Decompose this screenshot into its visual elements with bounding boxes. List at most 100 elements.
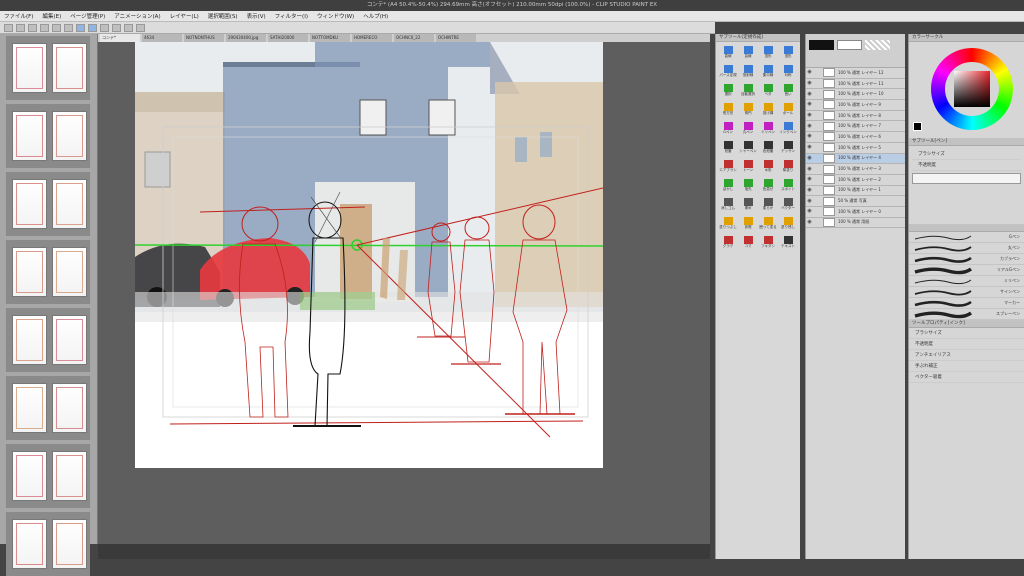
- menu-item[interactable]: ウィンドウ(W): [317, 12, 354, 20]
- tool-button[interactable]: 図形: [779, 45, 797, 62]
- layer-row[interactable]: ◉ 100 % 通常 レイヤー 6: [806, 132, 905, 143]
- fit-window-icon[interactable]: [124, 23, 133, 32]
- canvas-tab[interactable]: HOMERECO: [352, 34, 392, 42]
- tool-button[interactable]: 参照: [739, 216, 757, 233]
- tool-button[interactable]: デッサン: [779, 140, 797, 157]
- layer-row[interactable]: ◉ 100 % 通常 レイヤー 5: [806, 143, 905, 154]
- tool-button[interactable]: 投げ縄: [759, 102, 777, 119]
- tool-button[interactable]: 水彩: [759, 159, 777, 176]
- main-color-swatch[interactable]: [809, 40, 834, 50]
- eye-icon[interactable]: ◉: [806, 133, 813, 140]
- tool-button[interactable]: 集中線: [759, 64, 777, 81]
- menu-item[interactable]: アニメーション(A): [114, 12, 160, 20]
- eye-icon[interactable]: ◉: [806, 219, 813, 226]
- page-thumbnail[interactable]: [12, 179, 47, 229]
- tool-button[interactable]: 指先: [739, 178, 757, 195]
- layer-row[interactable]: ◉ 50 % 通常 写真: [806, 196, 905, 207]
- eye-icon[interactable]: ◉: [806, 198, 813, 205]
- snap-ruler-icon[interactable]: [76, 23, 85, 32]
- clear-icon[interactable]: [64, 23, 73, 32]
- setting-row[interactable]: ベクター吸着: [909, 372, 1024, 383]
- page-thumbnail[interactable]: [52, 179, 87, 229]
- menu-item[interactable]: レイヤー(L): [170, 12, 199, 20]
- tool-button[interactable]: 直線: [719, 45, 737, 62]
- canvas-tab[interactable]: 4634: [142, 34, 182, 42]
- tool-button[interactable]: 硬め: [739, 197, 757, 214]
- new-file-icon[interactable]: [4, 23, 13, 32]
- main-color-chip[interactable]: [913, 122, 922, 131]
- eye-icon[interactable]: ◉: [806, 123, 813, 130]
- brush-item[interactable]: スプレーペン: [909, 309, 1024, 320]
- eye-icon[interactable]: ◉: [806, 166, 813, 173]
- tool-button[interactable]: トーン: [739, 159, 757, 176]
- snap-special-ruler-icon[interactable]: [88, 23, 97, 32]
- page-thumbnail[interactable]: [52, 451, 87, 501]
- eye-icon[interactable]: ◉: [806, 187, 813, 194]
- tool-button[interactable]: インクペン: [779, 121, 797, 138]
- transparent-swatch[interactable]: [865, 40, 890, 50]
- layer-row[interactable]: ◉ 100 % 通常 レイヤー 2: [806, 175, 905, 186]
- save-icon[interactable]: [28, 23, 37, 32]
- page-thumbnail[interactable]: [52, 247, 87, 297]
- eye-icon[interactable]: ◉: [806, 101, 813, 108]
- tool-button[interactable]: 色鉛筆: [759, 140, 777, 157]
- brush-item[interactable]: リアルGペン: [909, 265, 1024, 276]
- eye-icon[interactable]: ◉: [806, 69, 813, 76]
- setting-row[interactable]: ブラシサイズ: [909, 328, 1024, 339]
- brush-item[interactable]: Gペン: [909, 232, 1024, 243]
- tool-button[interactable]: シャーペン: [739, 140, 757, 157]
- redo-icon[interactable]: [52, 23, 61, 32]
- page-thumbnail[interactable]: [52, 43, 87, 93]
- setting-row[interactable]: アンチエイリアス: [909, 350, 1024, 361]
- layer-row[interactable]: ◉ 100 % 通常 レイヤー 7: [806, 121, 905, 133]
- tool-button[interactable]: ボール: [779, 102, 797, 119]
- page-thumbnail[interactable]: [52, 519, 87, 569]
- drawing-color-select[interactable]: [912, 173, 1021, 184]
- tool-button[interactable]: 柔らか: [759, 197, 777, 214]
- open-file-icon[interactable]: [16, 23, 25, 32]
- page-thumbnail[interactable]: [12, 247, 47, 297]
- page-thumbnail[interactable]: [12, 43, 47, 93]
- tool-button[interactable]: 囲って塗る: [759, 216, 777, 233]
- page-thumbnail[interactable]: [12, 519, 47, 569]
- tool-button[interactable]: ベクター: [779, 197, 797, 214]
- tool-button[interactable]: フキダシ: [759, 235, 777, 252]
- eye-icon[interactable]: ◉: [806, 112, 813, 119]
- zoom-icon[interactable]: [136, 23, 145, 32]
- layer-row[interactable]: ◉ 100 % 通常 レイヤー 9: [806, 100, 905, 111]
- layer-row[interactable]: ◉ 100 % 通常 用紙: [806, 217, 905, 229]
- menu-item[interactable]: 選択範囲(S): [208, 12, 238, 20]
- brush-item[interactable]: カブラペン: [909, 254, 1024, 265]
- snap-grid-icon[interactable]: [100, 23, 109, 32]
- canvas-tab[interactable]: OCHNC0_22: [394, 34, 434, 42]
- canvas-tab[interactable]: コンテ*: [100, 34, 140, 42]
- crop-icon[interactable]: [112, 23, 121, 32]
- tool-button[interactable]: 図形: [759, 45, 777, 62]
- layer-row[interactable]: ◉ 100 % 通常 レイヤー 8: [806, 111, 905, 122]
- tool-button[interactable]: 囲い: [779, 83, 797, 100]
- canvas-tab[interactable]: NOTTOMDKU: [310, 34, 350, 42]
- menu-item[interactable]: ファイル(F): [4, 12, 33, 20]
- brush-item[interactable]: マーカー: [909, 298, 1024, 309]
- page-thumbnail[interactable]: [52, 315, 87, 365]
- layer-row[interactable]: ◉ 100 % 通常 レイヤー 11: [806, 79, 905, 90]
- tool-button[interactable]: テキスト: [779, 235, 797, 252]
- tool-button[interactable]: 自動選択: [739, 83, 757, 100]
- eye-icon[interactable]: ◉: [806, 208, 813, 215]
- brush-item[interactable]: 丸ペン: [909, 243, 1024, 254]
- setting-row[interactable]: 不透明度: [909, 339, 1024, 350]
- eye-icon[interactable]: ◉: [806, 91, 813, 98]
- setting-row[interactable]: 手ぶれ補正: [909, 361, 1024, 372]
- tool-button[interactable]: 消しゴム: [719, 197, 737, 214]
- page-thumbnail[interactable]: [12, 451, 47, 501]
- tool-button[interactable]: 塗りつぶし: [719, 216, 737, 233]
- tool-button[interactable]: 曲線: [739, 45, 757, 62]
- menu-item[interactable]: ページ管理(P): [70, 12, 105, 20]
- tool-button[interactable]: 楕円: [739, 102, 757, 119]
- menu-item[interactable]: ヘルプ(H): [363, 12, 388, 20]
- menu-item[interactable]: 編集(E): [42, 12, 61, 20]
- tool-button[interactable]: 色混ぜ: [759, 178, 777, 195]
- eye-icon[interactable]: ◉: [806, 155, 813, 162]
- page-thumbnail[interactable]: [12, 383, 47, 433]
- layer-row[interactable]: ◉ 100 % 通常 レイヤー 10: [806, 89, 905, 101]
